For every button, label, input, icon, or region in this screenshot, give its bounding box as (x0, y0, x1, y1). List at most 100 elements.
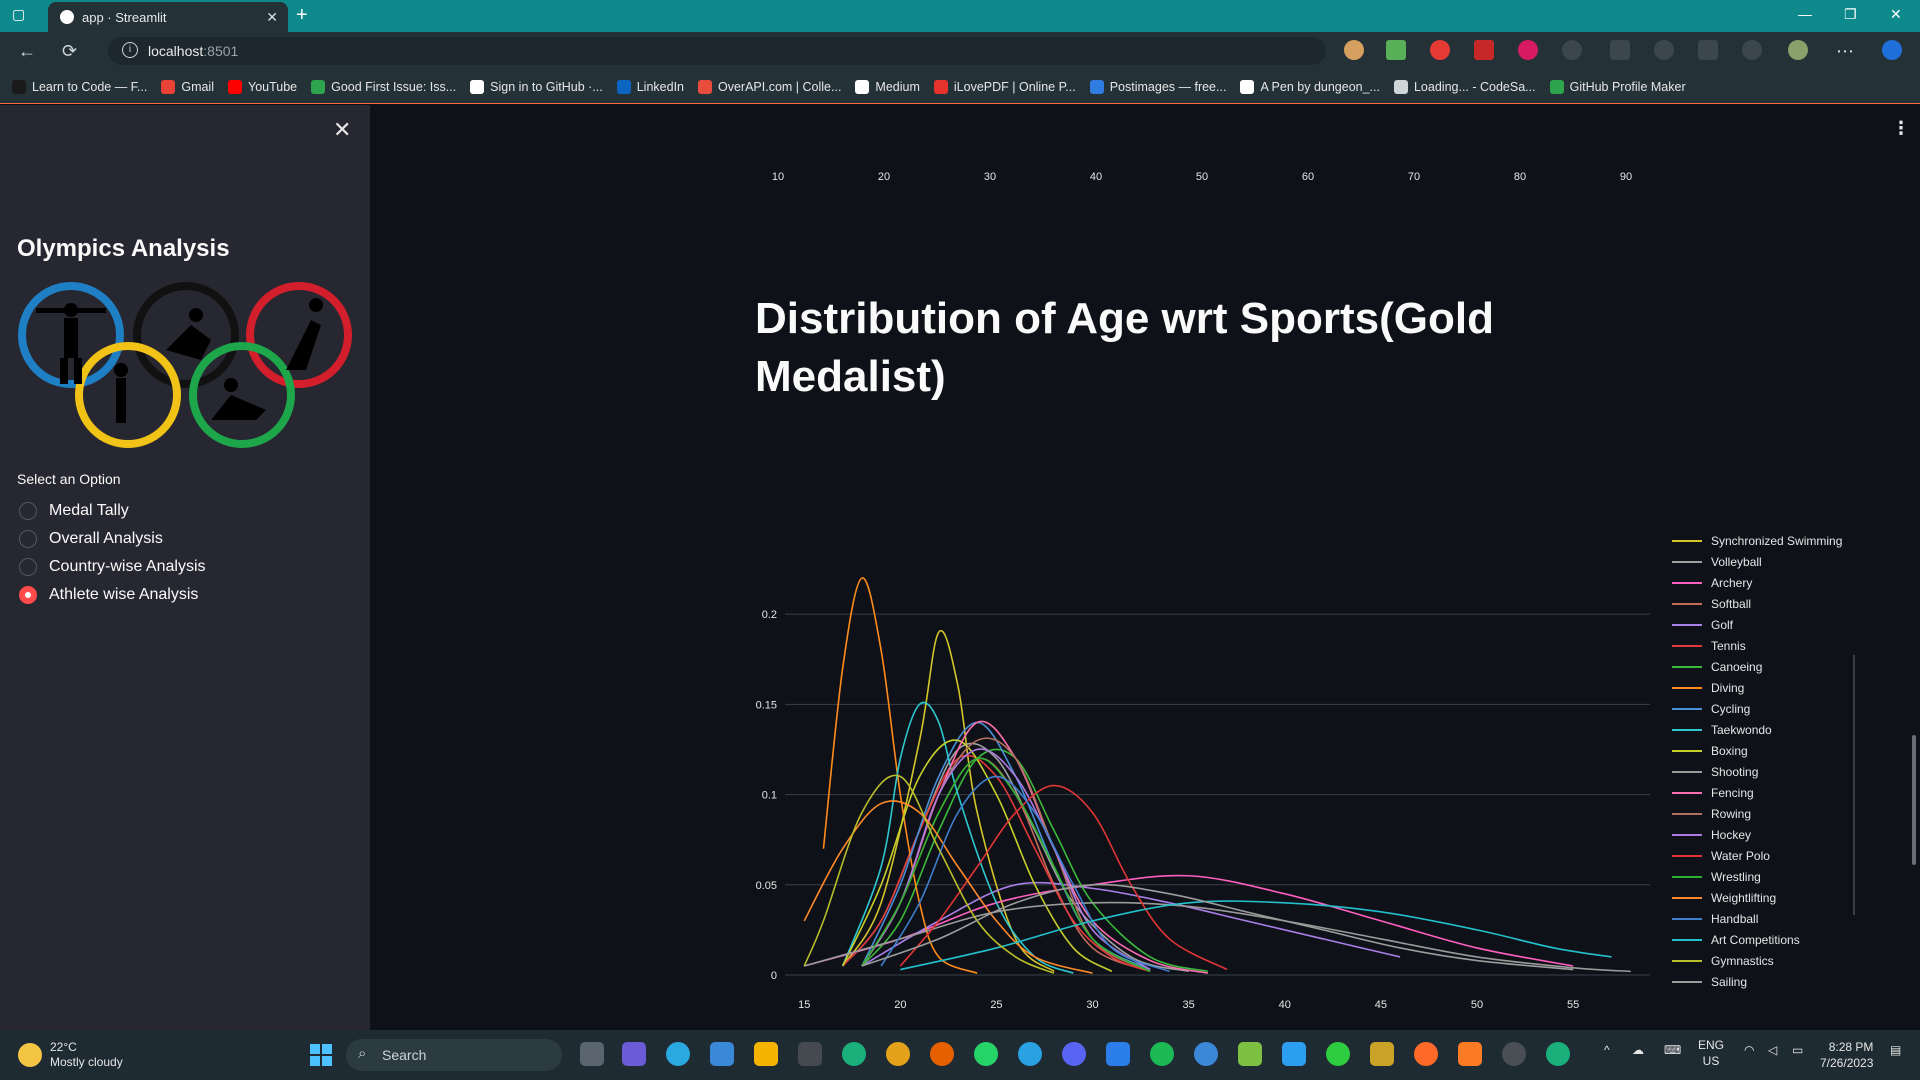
legend-item[interactable]: Archery (1672, 572, 1872, 593)
bookmark-item[interactable]: GitHub Profile Maker (1549, 79, 1686, 94)
radio-button[interactable] (19, 530, 37, 548)
taskbar-search[interactable]: ⌕ Search (346, 1039, 562, 1071)
back-icon[interactable]: ← (18, 41, 36, 62)
keyboard-icon[interactable]: ⌨ (1664, 1043, 1681, 1057)
chrome-icon[interactable] (886, 1042, 910, 1066)
refresh-icon[interactable]: ⟳ (62, 41, 77, 62)
legend-item[interactable]: Gymnastics (1672, 950, 1872, 971)
store-icon[interactable] (710, 1042, 734, 1066)
legend-item[interactable]: Fencing (1672, 782, 1872, 803)
close-tab-icon[interactable]: ✕ (266, 9, 278, 26)
site-info-icon[interactable]: i (122, 42, 138, 58)
extension-icon[interactable] (1474, 40, 1494, 60)
volume-icon[interactable]: ◁ (1768, 1043, 1777, 1057)
bookmark-item[interactable]: Sign in to GitHub ·... (470, 79, 603, 94)
bookmark-item[interactable]: Medium (855, 79, 920, 94)
age-distribution-chart[interactable]: 0 0.05 0.1 0.15 0.2 15 20 25 30 35 40 45 50 55 (740, 540, 1660, 1030)
close-sidebar-icon[interactable]: ✕ (333, 117, 351, 143)
legend-item[interactable]: Water Polo (1672, 845, 1872, 866)
app-icon[interactable] (1194, 1042, 1218, 1066)
close-window-icon[interactable]: ✕ (1890, 6, 1902, 23)
obs-icon[interactable] (1502, 1042, 1526, 1066)
onedrive-icon[interactable]: ☁ (1632, 1043, 1644, 1057)
page-scrollbar-thumb[interactable] (1912, 735, 1916, 865)
bookmark-item[interactable]: OverAPI.com | Colle... (698, 79, 841, 94)
legend-item[interactable]: Weightlifting (1672, 887, 1872, 908)
app-icon[interactable] (1370, 1042, 1394, 1066)
bookmark-item[interactable]: Gmail (161, 79, 214, 94)
bookmark-item[interactable]: Postimages — free... (1089, 79, 1226, 94)
series-line[interactable] (861, 748, 1209, 973)
main-menu-icon[interactable]: ⋮ (1892, 118, 1910, 139)
radio-option[interactable]: Athlete wise Analysis (19, 586, 198, 604)
radio-button[interactable] (19, 502, 37, 520)
tray-chevron-icon[interactable]: ^ (1604, 1043, 1610, 1057)
bookmark-item[interactable]: Loading... - CodeSa... (1393, 79, 1536, 94)
language-indicator[interactable]: ENG US (1698, 1037, 1724, 1069)
legend-item[interactable]: Canoeing (1672, 656, 1872, 677)
more-icon[interactable]: ⋯ (1836, 41, 1854, 62)
legend-item[interactable]: Art Competitions (1672, 929, 1872, 950)
bookmark-item[interactable]: Good First Issue: Iss... (311, 79, 456, 94)
radio-option[interactable]: Overall Analysis (19, 530, 163, 548)
legend-item[interactable]: Hockey (1672, 824, 1872, 845)
legend-item[interactable]: Shooting (1672, 761, 1872, 782)
bookmark-item[interactable]: LinkedIn (616, 79, 684, 94)
legend-item[interactable]: Wrestling (1672, 866, 1872, 887)
weather-widget[interactable]: 22°C Mostly cloudy (18, 1040, 123, 1070)
cortana-icon[interactable] (666, 1042, 690, 1066)
extension-icon[interactable] (1344, 40, 1364, 60)
discord-icon[interactable] (1062, 1042, 1086, 1066)
edge-active-icon[interactable] (1546, 1042, 1570, 1066)
split-screen-icon[interactable] (1610, 40, 1630, 60)
series-line[interactable] (900, 900, 1612, 971)
series-line[interactable] (861, 881, 1401, 967)
legend-item[interactable]: Taekwondo (1672, 719, 1872, 740)
restore-icon[interactable]: ❐ (1844, 6, 1857, 23)
whatsapp-icon[interactable] (974, 1042, 998, 1066)
app-icon[interactable] (1238, 1042, 1262, 1066)
bing-copilot-icon[interactable] (1882, 40, 1902, 60)
collections-icon[interactable] (1698, 40, 1718, 60)
app-icon[interactable] (1326, 1042, 1350, 1066)
url-field[interactable]: i localhost:8501 (108, 37, 1326, 65)
bookmark-item[interactable]: A Pen by dungeon_... (1240, 79, 1380, 94)
browser-tab[interactable]: app · Streamlit ✕ (48, 2, 288, 32)
performance-icon[interactable] (1742, 40, 1762, 60)
file-explorer-icon[interactable] (754, 1042, 778, 1066)
extension-icon[interactable] (1386, 40, 1406, 60)
legend-item[interactable]: Sailing (1672, 971, 1872, 992)
edge-icon[interactable] (842, 1042, 866, 1066)
legend-item[interactable]: Diving (1672, 677, 1872, 698)
bookmark-item[interactable]: iLovePDF | Online P... (933, 79, 1076, 94)
app-icon[interactable] (1106, 1042, 1130, 1066)
radio-button[interactable] (19, 586, 37, 604)
legend-item[interactable]: Softball (1672, 593, 1872, 614)
series-line[interactable] (804, 874, 1574, 967)
battery-icon[interactable]: ▭ (1792, 1043, 1803, 1057)
series-line[interactable] (822, 577, 978, 974)
radio-button[interactable] (19, 558, 37, 576)
clock[interactable]: 8:28 PM 7/26/2023 (1820, 1039, 1873, 1071)
extension-icon[interactable] (1518, 40, 1538, 60)
telegram-icon[interactable] (1018, 1042, 1042, 1066)
xampp-icon[interactable] (1458, 1042, 1482, 1066)
legend-item[interactable]: Golf (1672, 614, 1872, 635)
start-button[interactable] (310, 1044, 332, 1066)
favorites-icon[interactable] (1654, 40, 1674, 60)
spotify-icon[interactable] (1150, 1042, 1174, 1066)
legend-item[interactable]: Handball (1672, 908, 1872, 929)
new-tab-icon[interactable]: + (296, 4, 308, 27)
legend-item[interactable]: Cycling (1672, 698, 1872, 719)
profile-avatar[interactable] (1788, 40, 1808, 60)
radio-option[interactable]: Medal Tally (19, 502, 129, 520)
legend-item[interactable]: Tennis (1672, 635, 1872, 656)
app-icon[interactable] (1414, 1042, 1438, 1066)
wifi-icon[interactable]: ◠ (1744, 1043, 1754, 1057)
task-view-icon[interactable] (580, 1042, 604, 1066)
bookmark-item[interactable]: Learn to Code — F... (12, 79, 147, 94)
firefox-icon[interactable] (930, 1042, 954, 1066)
series-line[interactable] (880, 775, 1170, 973)
vscode-icon[interactable] (1282, 1042, 1306, 1066)
adblock-icon[interactable] (1430, 40, 1450, 60)
